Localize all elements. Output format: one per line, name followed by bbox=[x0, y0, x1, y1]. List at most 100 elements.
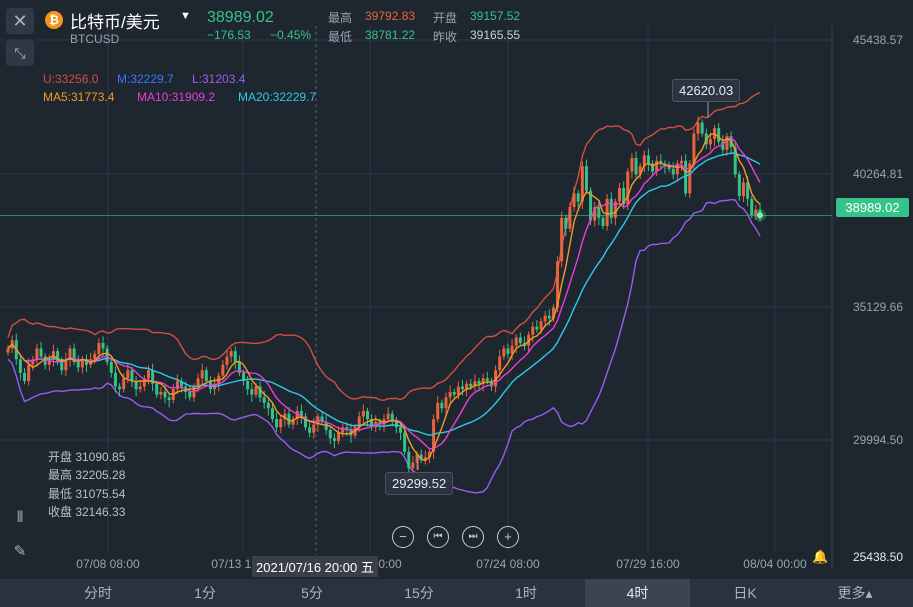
candle-body bbox=[399, 427, 403, 433]
candle-body bbox=[229, 351, 233, 357]
max-price-callout: 42620.03 bbox=[672, 79, 741, 102]
zoom-in-icon[interactable]: + bbox=[497, 526, 519, 548]
candle-body bbox=[328, 430, 332, 439]
candle-body bbox=[18, 359, 22, 373]
candle-body bbox=[477, 381, 481, 384]
candle-body bbox=[332, 438, 336, 441]
candle-body bbox=[60, 362, 64, 371]
candle-body bbox=[539, 321, 543, 330]
tab-timeframe[interactable]: 日K bbox=[695, 579, 795, 607]
low-label: 最低 bbox=[328, 30, 353, 44]
candle-body bbox=[23, 372, 27, 382]
candle-body bbox=[250, 389, 254, 395]
x-tick-label: 07/29 16:00 bbox=[616, 557, 680, 571]
candle-body bbox=[97, 342, 101, 354]
candle-body bbox=[126, 370, 130, 379]
candle-body bbox=[113, 372, 117, 387]
candle-body bbox=[167, 397, 171, 401]
candle-body bbox=[560, 217, 564, 262]
candle-body bbox=[51, 351, 55, 360]
candle-body bbox=[93, 353, 97, 360]
candle-body bbox=[266, 402, 270, 409]
tab-timeframe[interactable]: 15分 bbox=[369, 579, 469, 607]
candle-body bbox=[618, 187, 622, 202]
candle-body bbox=[188, 391, 192, 398]
zoom-out-icon[interactable]: − bbox=[392, 526, 414, 548]
scroll-end-icon[interactable]: ⏭ bbox=[462, 526, 484, 548]
open-label: 开盘 bbox=[433, 11, 458, 25]
ma20-line bbox=[7, 152, 761, 436]
candle-body bbox=[485, 378, 489, 382]
candle-body bbox=[105, 348, 109, 363]
candle-body bbox=[6, 348, 10, 353]
crosshair-low: 最低 31075.54 bbox=[48, 487, 126, 501]
candle-body bbox=[700, 122, 704, 134]
close-icon[interactable]: ✕ bbox=[6, 8, 34, 34]
collapse-icon[interactable]: ⤡ bbox=[6, 40, 34, 66]
candle-body bbox=[407, 451, 411, 469]
candle-body bbox=[626, 171, 630, 205]
candle-body bbox=[576, 193, 580, 202]
crosshair-close: 收盘 32146.33 bbox=[48, 505, 126, 519]
candle-body bbox=[634, 158, 638, 175]
last-price-dot bbox=[757, 212, 763, 219]
candle-body bbox=[737, 174, 741, 197]
chevron-down-icon[interactable]: ▼ bbox=[180, 10, 191, 22]
candle-body bbox=[275, 419, 279, 428]
ma5-label: MA5:31773.4 bbox=[43, 90, 115, 104]
candle-body bbox=[200, 370, 204, 379]
candle-body bbox=[448, 391, 452, 398]
candle-body bbox=[609, 198, 613, 218]
candle-body bbox=[547, 315, 551, 319]
tab-timeframe[interactable]: 更多▴ bbox=[805, 579, 905, 607]
candle-body bbox=[543, 315, 547, 322]
tab-timeframe[interactable]: 1时 bbox=[476, 579, 576, 607]
tab-timeframe-active[interactable]: 4时 bbox=[585, 579, 690, 607]
candle-body bbox=[225, 356, 229, 365]
candle-body bbox=[741, 182, 745, 197]
candle-body bbox=[597, 206, 601, 218]
tab-timeframe[interactable]: 1分 bbox=[155, 579, 255, 607]
candle-body bbox=[411, 462, 415, 469]
candle-body bbox=[498, 356, 502, 371]
candle-body bbox=[279, 419, 283, 428]
candle-body bbox=[518, 337, 522, 343]
tab-timeframe[interactable]: 5分 bbox=[262, 579, 362, 607]
tab-timeframe[interactable]: 分时 bbox=[48, 579, 148, 607]
candle-body bbox=[270, 408, 274, 420]
y-tick-label: 25438.50 bbox=[853, 550, 903, 564]
candle-body bbox=[506, 348, 510, 354]
candle-body bbox=[630, 158, 634, 172]
candle-body bbox=[440, 402, 444, 409]
y-tick-label: 40264.81 bbox=[853, 167, 903, 181]
candle-body bbox=[76, 362, 80, 368]
candle-body bbox=[56, 351, 60, 363]
candle-body bbox=[254, 386, 258, 395]
candle-body bbox=[341, 427, 345, 433]
chart-type-icon[interactable]: ⦀ bbox=[6, 505, 34, 531]
boll-lower-label: L:31203.4 bbox=[192, 72, 246, 86]
candle-body bbox=[138, 386, 142, 390]
candle-body bbox=[233, 351, 237, 363]
y-tick-label: 29994.50 bbox=[853, 433, 903, 447]
alert-bell-icon[interactable]: 🔔 bbox=[812, 549, 830, 565]
crosshair-date: 2021/07/16 20:00 五 bbox=[252, 556, 378, 577]
candle-body bbox=[101, 342, 105, 349]
candle-body bbox=[646, 155, 650, 164]
candle-body bbox=[39, 348, 43, 357]
candle-body bbox=[403, 432, 407, 452]
candle-body bbox=[535, 326, 539, 330]
symbol-name[interactable]: 比特币/美元 bbox=[70, 8, 160, 33]
draw-tool-icon[interactable]: ✎ bbox=[6, 539, 34, 565]
candle-body bbox=[692, 133, 696, 164]
price-change: −176.53 bbox=[207, 28, 251, 42]
x-tick-label: 07/24 08:00 bbox=[476, 557, 540, 571]
symbol-header: ✕ ₿ 比特币/美元 ▼ BTCUSD 38989.02 −176.53 −0.… bbox=[0, 0, 913, 46]
candle-body bbox=[696, 122, 700, 134]
candle-body bbox=[601, 217, 605, 227]
scroll-start-icon[interactable]: ⏮ bbox=[427, 526, 449, 548]
candle-body bbox=[386, 413, 390, 420]
prev-close-label: 昨收 bbox=[433, 30, 458, 44]
candlestick-chart[interactable]: 45438.5740264.8135129.6629994.5025438.50… bbox=[0, 0, 913, 579]
candle-body bbox=[750, 198, 754, 216]
